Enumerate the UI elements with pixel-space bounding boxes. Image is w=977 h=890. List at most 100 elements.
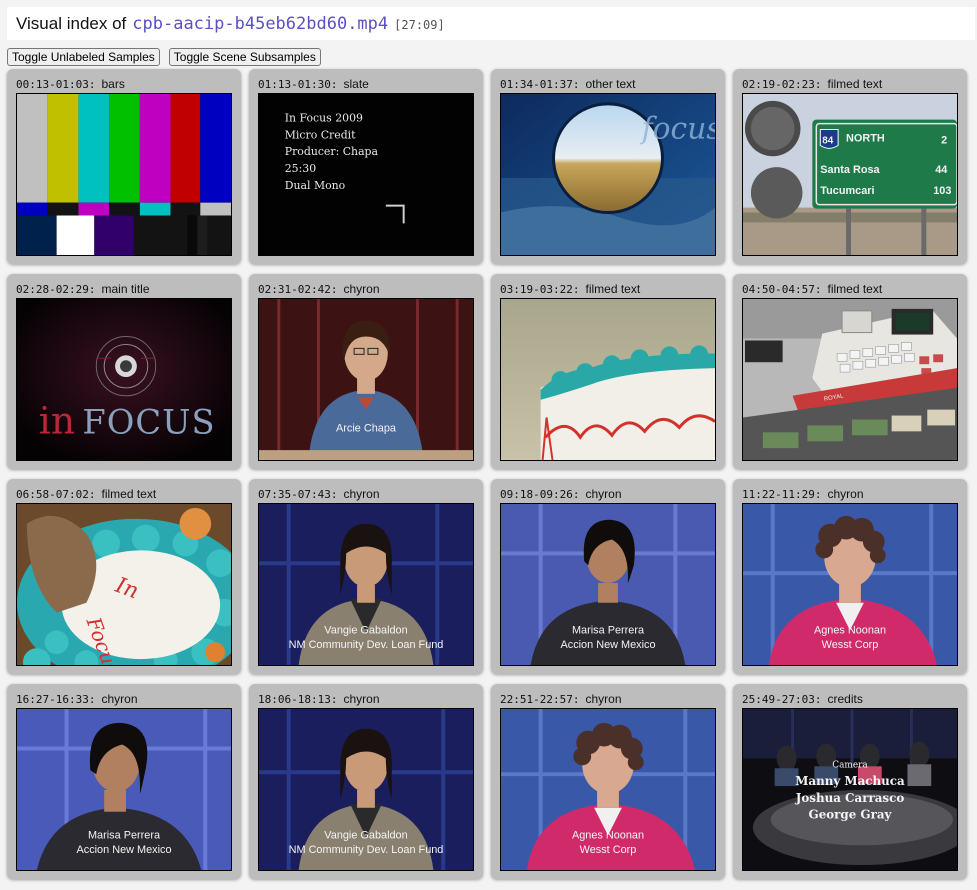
- sample-card[interactable]: 03:19-03:22: filmed text: [491, 274, 725, 469]
- chyron-affiliation: NM Community Dev. Loan Fund: [289, 844, 444, 856]
- sample-label: 22:51-22:57: chyron: [500, 692, 622, 706]
- chyron-affiliation: Accion New Mexico: [560, 639, 655, 651]
- sample-time: 01:34-01:37:: [500, 78, 580, 91]
- chyron-name: Agnes Noonan: [814, 624, 886, 636]
- sample-thumbnail[interactable]: [500, 298, 716, 461]
- slate-line: Dual Mono: [285, 179, 345, 192]
- main-title-image: in FOCUS: [17, 299, 231, 460]
- slate-image: In Focus 2009 Micro Credit Producer: Cha…: [259, 94, 473, 255]
- sample-type: filmed text: [585, 282, 641, 296]
- sample-thumbnail[interactable]: In Focus: [16, 503, 232, 666]
- sample-card[interactable]: 06:58-07:02: filmed text In Focus: [7, 479, 241, 674]
- chyron-name: Vangie Gabaldon: [324, 829, 407, 841]
- sample-time: 16:27-16:33:: [16, 693, 96, 706]
- chyron-affiliation: Wesst Corp: [580, 844, 637, 856]
- sample-card[interactable]: 22:51-22:57: chyron Agnes Noonan Wesst Co…: [491, 684, 725, 879]
- sample-card[interactable]: 01:34-01:37: other text focus: [491, 69, 725, 264]
- toggle-toolbar: Toggle Unlabeled Samples Toggle Scene Su…: [7, 48, 321, 66]
- sample-thumbnail[interactable]: Marisa Perrera Accion New Mexico: [500, 503, 716, 666]
- sample-type: chyron: [101, 692, 138, 706]
- guest-portrait-image: Vangie Gabaldon NM Community Dev. Loan F…: [259, 504, 473, 665]
- sample-label: 02:31-02:42: chyron: [258, 282, 380, 296]
- sample-label: 02:19-02:23: filmed text: [742, 77, 882, 91]
- sample-thumbnail[interactable]: focus: [500, 93, 716, 256]
- sample-card[interactable]: 09:18-09:26: chyron Marisa Perrera Accion…: [491, 479, 725, 674]
- sample-card[interactable]: 07:35-07:43: chyron Vangie Gabaldon NM Co…: [249, 479, 483, 674]
- chyron-name: Vangie Gabaldon: [324, 624, 407, 636]
- video-duration: [27:09]: [394, 18, 445, 32]
- slate-line: In Focus 2009: [285, 112, 363, 125]
- sample-thumbnail[interactable]: ROYAL: [742, 298, 958, 461]
- guest-portrait-image: Marisa Perrera Accion New Mexico: [17, 709, 231, 870]
- chyron-name: Agnes Noonan: [572, 829, 644, 841]
- sample-card[interactable]: 18:06-18:13: chyron Vangie Gabaldon NM Co…: [249, 684, 483, 879]
- sample-label: 11:22-11:29: chyron: [742, 487, 864, 501]
- host-portrait-image: Arcie Chapa: [259, 299, 473, 460]
- slate-line: Micro Credit: [285, 128, 356, 141]
- sample-type: chyron: [343, 487, 380, 501]
- sample-label: 04:50-04:57: filmed text: [742, 282, 882, 296]
- sample-thumbnail[interactable]: Vangie Gabaldon NM Community Dev. Loan F…: [258, 503, 474, 666]
- sample-type: chyron: [343, 282, 380, 296]
- sample-time: 02:19-02:23:: [742, 78, 822, 91]
- sample-label: 02:28-02:29: main title: [16, 282, 150, 296]
- sample-card[interactable]: 02:28-02:29: main title in FOCUS: [7, 274, 241, 469]
- sample-card[interactable]: 04:50-04:57: filmed text ROYAL: [733, 274, 967, 469]
- video-filename: cpb-aacip-b45eb62bd60.mp4: [132, 13, 389, 34]
- credits-image: Camera Manny Machuca Joshua Carrasco Geo…: [743, 709, 957, 870]
- slate-line: 25:30: [285, 162, 316, 175]
- sample-card[interactable]: 25:49-27:03: credits Camera Manny Machuca: [733, 684, 967, 879]
- sample-time: 07:35-07:43:: [258, 488, 338, 501]
- sign-direction: NORTH: [846, 132, 885, 144]
- sample-label: 01:34-01:37: other text: [500, 77, 636, 91]
- sample-type: slate: [343, 77, 369, 91]
- sample-time: 09:18-09:26:: [500, 488, 580, 501]
- sample-type: filmed text: [827, 77, 883, 91]
- sign-distance: 103: [933, 185, 951, 197]
- sample-card[interactable]: 01:13-01:30: slate In Focus 2009 Micro Cr…: [249, 69, 483, 264]
- sample-thumbnail[interactable]: Arcie Chapa: [258, 298, 474, 461]
- sign-distance: 44: [935, 164, 947, 176]
- chyron-name: Marisa Perrera: [88, 829, 161, 841]
- decorated-cake-image: In Focus: [17, 504, 231, 665]
- sample-card[interactable]: 16:27-16:33: chyron Marisa Perrera Accion…: [7, 684, 241, 879]
- sample-card[interactable]: 00:13-01:03: bars: [7, 69, 241, 264]
- sign-city: Santa Rosa: [820, 164, 880, 176]
- sample-thumbnail[interactable]: in FOCUS: [16, 298, 232, 461]
- guest-portrait-image: Marisa Perrera Accion New Mexico: [501, 504, 715, 665]
- sample-card[interactable]: 11:22-11:29: chyron Agnes Noonan Wesst Co…: [733, 479, 967, 674]
- chyron-affiliation: NM Community Dev. Loan Fund: [289, 639, 444, 651]
- sample-time: 22:51-22:57:: [500, 693, 580, 706]
- sample-thumbnail[interactable]: 84 NORTH Santa Rosa Tucumcari 2 44 103: [742, 93, 958, 256]
- sample-type: filmed text: [101, 487, 157, 501]
- chyron-name: Marisa Perrera: [572, 624, 645, 636]
- sample-type: other text: [585, 77, 636, 91]
- sample-label: 16:27-16:33: chyron: [16, 692, 138, 706]
- sample-card[interactable]: 02:19-02:23: filmed text 84 NORTH Santa R…: [733, 69, 967, 264]
- highway-sign-image: 84 NORTH Santa Rosa Tucumcari 2 44 103: [743, 94, 957, 255]
- sample-time: 18:06-18:13:: [258, 693, 338, 706]
- sample-thumbnail[interactable]: Agnes Noonan Wesst Corp: [500, 708, 716, 871]
- sample-thumbnail[interactable]: Marisa Perrera Accion New Mexico: [16, 708, 232, 871]
- sample-label: 00:13-01:03: bars: [16, 77, 125, 91]
- credit-name: George Gray: [809, 808, 893, 822]
- sample-thumbnail[interactable]: Camera Manny Machuca Joshua Carrasco Geo…: [742, 708, 958, 871]
- sign-city: Tucumcari: [820, 185, 874, 197]
- chyron-affiliation: Wesst Corp: [822, 639, 879, 651]
- toggle-scene-button[interactable]: Toggle Scene Subsamples: [168, 48, 321, 66]
- sample-label: 07:35-07:43: chyron: [258, 487, 380, 501]
- sample-thumbnail[interactable]: Vangie Gabaldon NM Community Dev. Loan F…: [258, 708, 474, 871]
- credit-role: Camera: [832, 760, 868, 770]
- sample-time: 04:50-04:57:: [742, 283, 822, 296]
- toggle-unlabeled-button[interactable]: Toggle Unlabeled Samples: [7, 48, 160, 66]
- sample-thumbnail[interactable]: [16, 93, 232, 256]
- sample-time: 01:13-01:30:: [258, 78, 338, 91]
- sample-card[interactable]: 02:31-02:42: chyron Arcie Chapa: [249, 274, 483, 469]
- sample-label: 09:18-09:26: chyron: [500, 487, 622, 501]
- sample-thumbnail[interactable]: Agnes Noonan Wesst Corp: [742, 503, 958, 666]
- sample-type: credits: [827, 692, 863, 706]
- slate-line: Producer: Chapa: [285, 145, 379, 158]
- page-title: Visual index of cpb-aacip-b45eb62bd60.mp…: [7, 7, 975, 40]
- sign-distance: 2: [941, 134, 947, 146]
- sample-thumbnail[interactable]: In Focus 2009 Micro Credit Producer: Cha…: [258, 93, 474, 256]
